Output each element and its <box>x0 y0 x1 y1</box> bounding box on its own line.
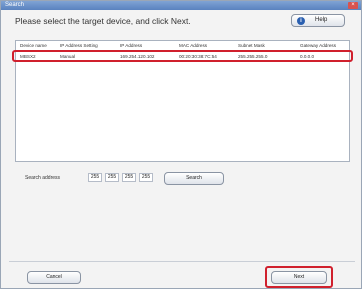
title-bar: Search × <box>1 1 361 10</box>
window-title: Search <box>5 2 25 8</box>
next-button[interactable]: Next <box>271 271 327 284</box>
selected-row-highlight <box>12 50 353 62</box>
device-list[interactable]: Device name IP Address Setting IP Addres… <box>12 40 353 162</box>
help-button[interactable]: i Help <box>291 14 345 27</box>
column-header-ip-address[interactable]: IP Address <box>120 43 142 48</box>
device-list-header: Device name IP Address Setting IP Addres… <box>16 41 349 50</box>
footer-divider <box>9 261 355 262</box>
search-octet-1[interactable]: 255 <box>88 173 102 182</box>
help-icon: i <box>297 17 305 25</box>
search-octet-2[interactable]: 255 <box>105 173 119 182</box>
cancel-button[interactable]: Cancel <box>27 271 81 284</box>
column-header-subnet-mask[interactable]: Subnet Mask <box>238 43 265 48</box>
column-header-mac-address[interactable]: MAC Address <box>179 43 207 48</box>
search-dialog: Search × Please select the target device… <box>0 0 362 289</box>
column-header-gateway[interactable]: Gateway Address <box>300 43 336 48</box>
column-header-device-name[interactable]: Device name <box>20 43 47 48</box>
search-button[interactable]: Search <box>164 172 224 185</box>
search-octet-3[interactable]: 255 <box>122 173 136 182</box>
help-button-label: Help <box>315 17 328 23</box>
search-octet-4[interactable]: 255 <box>139 173 153 182</box>
close-icon[interactable]: × <box>348 2 358 9</box>
column-header-ip-setting[interactable]: IP Address Setting <box>60 43 98 48</box>
search-address-label: Search address <box>25 175 61 181</box>
instruction-text: Please select the target device, and cli… <box>15 16 191 26</box>
